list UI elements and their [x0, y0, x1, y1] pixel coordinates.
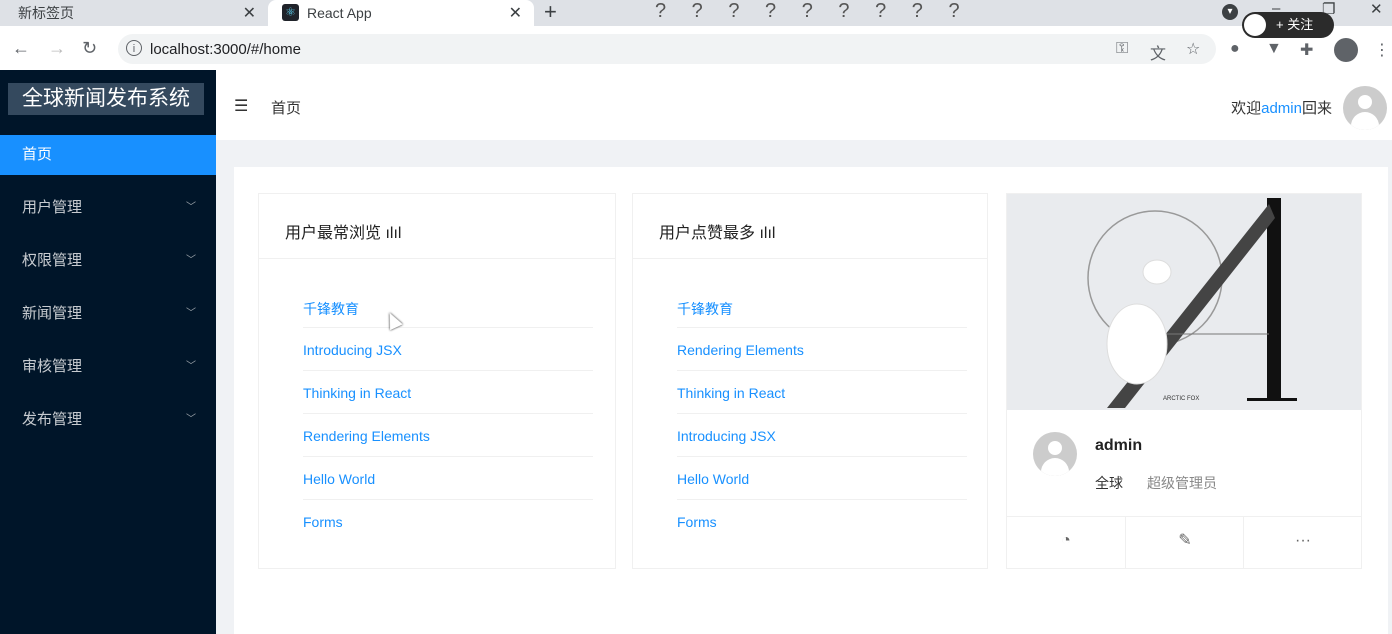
breadcrumb: 首页 — [271, 100, 302, 117]
list-item-link[interactable]: Introducing JSX — [303, 342, 402, 358]
card-title: 用户点赞最多 ılıl — [659, 225, 776, 242]
settings-icon[interactable]: ◔ — [1007, 517, 1125, 569]
chevron-down-icon: ﹀ — [186, 202, 196, 213]
app-logo: 全球新闻发布系统 — [8, 83, 204, 115]
list-item-link[interactable]: Forms — [677, 514, 717, 530]
menu-kebab-icon[interactable]: ⋮ — [1374, 40, 1390, 60]
info-icon[interactable]: i — [126, 40, 142, 56]
back-icon[interactable]: ← — [12, 38, 30, 59]
sidebar-item-audit-management[interactable]: 审核管理 ﹀ — [0, 347, 216, 387]
user-avatar[interactable] — [1343, 86, 1387, 130]
list-item-link[interactable]: Forms — [303, 514, 343, 530]
card-title: 用户最常浏览 ılıl — [285, 225, 402, 242]
browser-tabstrip: 新标签页 ✕ ⚛ React App ✕ + ? ? ? ? ? ? ? ? ?… — [0, 0, 1392, 26]
card-actions: ◔ ✎ ··· — [1007, 516, 1361, 569]
avatar — [1033, 432, 1077, 476]
profile-card: ARCTIC FOX admin 全球 超级管理员 ◔ ✎ ··· — [1006, 193, 1362, 569]
close-tab-icon[interactable]: ✕ — [509, 3, 522, 23]
list-item-link[interactable]: Rendering Elements — [303, 428, 430, 444]
list-item-link[interactable]: Hello World — [303, 471, 375, 487]
profile-role: 超级管理员 — [1147, 475, 1217, 491]
list-item-link[interactable]: Thinking in React — [303, 385, 411, 401]
tab-search-icon[interactable]: ▾ — [1222, 4, 1238, 20]
welcome-username: admin — [1261, 100, 1302, 117]
sidebar-item-permission-management[interactable]: 权限管理 ﹀ — [0, 241, 216, 281]
list-item-link[interactable]: 千锋教育 — [303, 299, 359, 319]
sidebar-item-home[interactable]: 首页 — [0, 135, 216, 175]
browser-tab-newtab[interactable]: 新标签页 ✕ — [0, 0, 268, 26]
cover-caption: ARCTIC FOX — [1163, 396, 1199, 402]
react-favicon-icon: ⚛ — [282, 4, 299, 21]
list-item-link[interactable]: Thinking in React — [677, 385, 785, 401]
chevron-down-icon: ﹀ — [186, 361, 196, 372]
chevron-down-icon: ﹀ — [186, 308, 196, 319]
list-item-link[interactable]: 千锋教育 — [677, 299, 733, 319]
reload-icon[interactable]: ↻ — [82, 38, 97, 59]
bar-chart-icon: ılıl — [759, 225, 776, 242]
chevron-down-icon: ﹀ — [186, 414, 196, 425]
url-text: localhost:3000/#/home — [150, 41, 301, 58]
edit-icon[interactable]: ✎ — [1125, 517, 1244, 569]
tab-title: 新标签页 — [18, 5, 74, 21]
top-header: ☰ 首页 欢迎admin回来 — [216, 70, 1392, 140]
sidebar-item-news-management[interactable]: 新闻管理 ﹀ — [0, 294, 216, 334]
ellipsis-icon[interactable]: ··· — [1243, 517, 1362, 569]
menu-fold-icon[interactable]: ☰ — [234, 96, 248, 116]
browser-tab-react-app[interactable]: ⚛ React App ✕ — [268, 0, 534, 26]
most-viewed-card: 用户最常浏览 ılıl 千锋教育 Introducing JSX Thinkin… — [258, 193, 616, 569]
arctic-fox-illustration: ARCTIC FOX — [1087, 198, 1297, 408]
puzzle-icon[interactable]: ✚ — [1300, 40, 1313, 60]
bookmark-star-icon[interactable]: ☆ — [1186, 39, 1200, 59]
browser-toolbar: ← → ↻ i localhost:3000/#/home ⚿ 文 ☆ ● ▼ … — [0, 26, 1392, 71]
sidebar-item-user-management[interactable]: 用户管理 ﹀ — [0, 188, 216, 228]
extension-icon[interactable]: ● — [1230, 40, 1240, 58]
sidebar-item-publish-management[interactable]: 发布管理 ﹀ — [0, 400, 216, 440]
bar-chart-icon: ılıl — [385, 225, 402, 242]
address-bar[interactable]: i localhost:3000/#/home ⚿ 文 ☆ — [118, 34, 1216, 64]
close-tab-icon[interactable]: ✕ — [243, 3, 256, 23]
close-window-icon[interactable]: ✕ — [1370, 0, 1383, 18]
chevron-down-icon: ﹀ — [186, 255, 196, 266]
new-tab-button[interactable]: + — [544, 0, 557, 26]
overlay-question-marks: ? ? ? ? ? ? ? ? ? — [655, 0, 970, 22]
follow-button[interactable]: + 关注 — [1242, 12, 1334, 38]
list-item-link[interactable]: Hello World — [677, 471, 749, 487]
profile-region: 全球 — [1095, 475, 1123, 491]
tab-title: React App — [307, 5, 372, 21]
profile-avatar[interactable] — [1334, 38, 1358, 62]
sidebar: 全球新闻发布系统 首页 用户管理 ﹀ 权限管理 ﹀ 新闻管理 ﹀ 审核管理 ﹀ … — [0, 70, 216, 634]
cover-image: ARCTIC FOX — [1007, 194, 1361, 410]
welcome-text: 欢迎admin回来 — [1231, 100, 1332, 117]
forward-icon[interactable]: → — [48, 38, 66, 59]
vue-devtools-icon[interactable]: ▼ — [1266, 40, 1282, 58]
main-content: 用户最常浏览 ılıl 千锋教育 Introducing JSX Thinkin… — [234, 167, 1388, 634]
key-icon[interactable]: ⚿ — [1116, 40, 1128, 58]
list-item-link[interactable]: Rendering Elements — [677, 342, 804, 358]
streamer-avatar — [1244, 14, 1266, 36]
translate-icon[interactable]: 文 — [1150, 40, 1166, 64]
most-liked-card: 用户点赞最多 ılıl 千锋教育 Rendering Elements Thin… — [632, 193, 988, 569]
profile-username: admin — [1095, 437, 1143, 454]
list-item-link[interactable]: Introducing JSX — [677, 428, 776, 444]
